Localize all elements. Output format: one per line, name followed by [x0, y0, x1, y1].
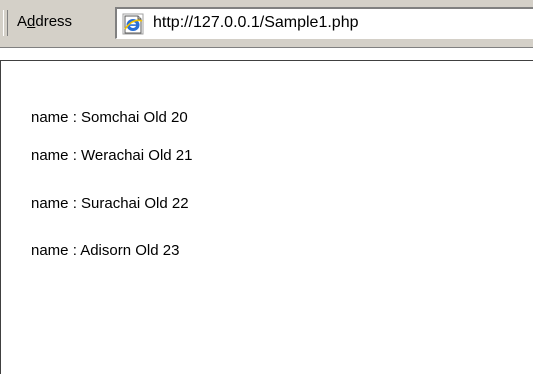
- address-field[interactable]: http://127.0.0.1/Sample1.php: [115, 7, 533, 39]
- content-line-2: name : Werachai Old 21: [31, 147, 193, 164]
- address-label: Address: [17, 13, 72, 30]
- content-line-3: name : Surachai Old 22: [31, 195, 189, 212]
- ie-page-icon: [122, 13, 144, 35]
- address-url-text[interactable]: http://127.0.0.1/Sample1.php: [153, 14, 358, 32]
- content-line-4: name : Adisorn Old 23: [31, 242, 180, 259]
- address-label-prefix: A: [17, 13, 28, 30]
- browser-window: Address http://127.0.0.1/Sample1.php nam…: [0, 0, 533, 374]
- page-content: name : Somchai Old 20 name : Werachai Ol…: [0, 60, 533, 374]
- content-line-1: name : Somchai Old 20: [31, 109, 188, 126]
- address-toolbar: Address http://127.0.0.1/Sample1.php: [0, 0, 533, 48]
- toolbar-grip[interactable]: [3, 10, 8, 36]
- address-label-suffix: dress: [35, 13, 73, 30]
